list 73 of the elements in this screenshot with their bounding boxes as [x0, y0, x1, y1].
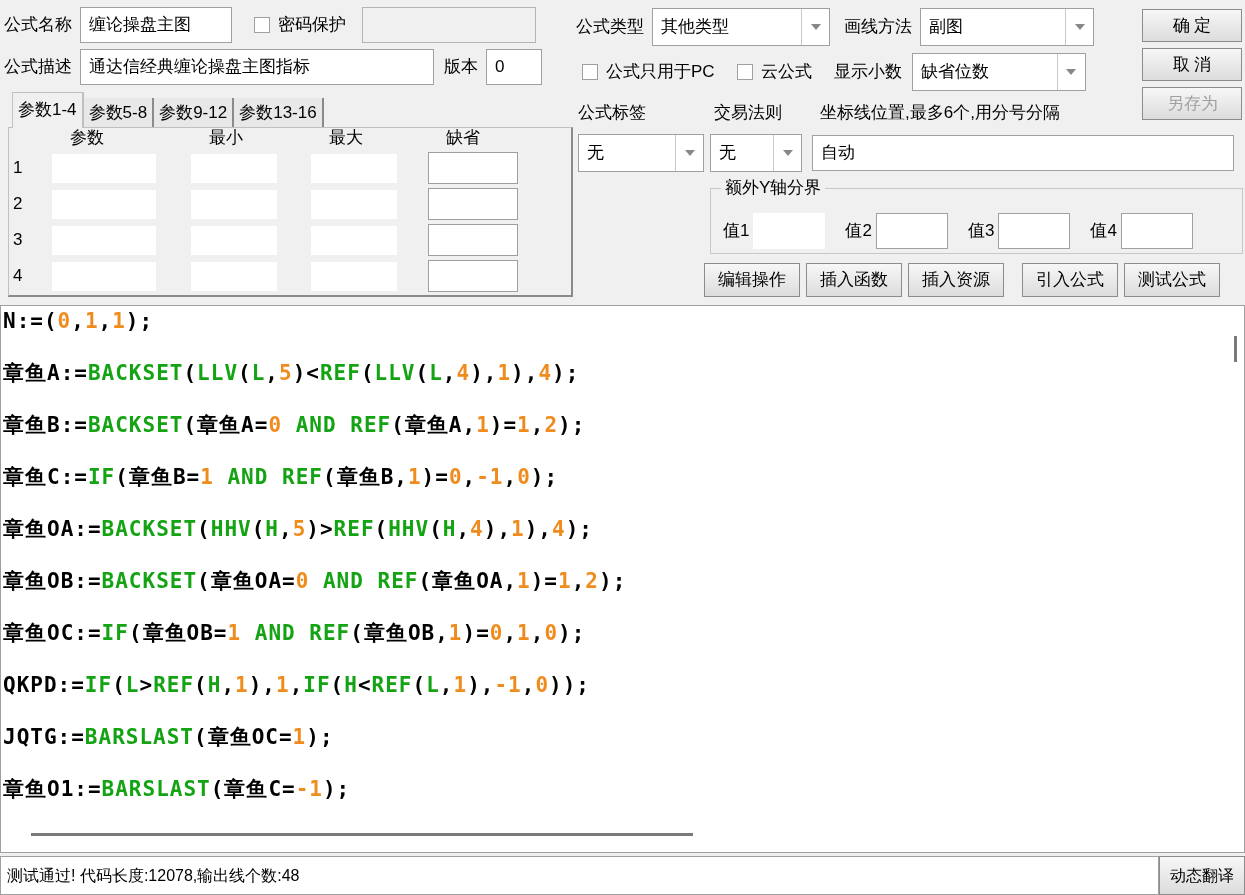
row-number: 1	[13, 157, 24, 180]
text-field[interactable]: 0	[486, 49, 542, 85]
field-label: 公式类型	[576, 16, 644, 39]
tab[interactable]: 参数1-4	[12, 92, 84, 128]
code-line: QKPD:=IF(L>REF(H,1),1,IF(H<REF(L,1),-1,0));	[2, 672, 590, 699]
code-line: 章鱼B:=BACKSET(章鱼A=0 AND REF(章鱼A,1)=1,2);	[2, 412, 586, 439]
column-header: 最大	[328, 128, 364, 148]
dropdown-caret-icon	[810, 24, 821, 30]
column-header: 最小	[208, 128, 244, 148]
text-field[interactable]: 自动	[812, 135, 1234, 171]
dropdown[interactable]: 无	[578, 134, 704, 172]
dropdown[interactable]: 无	[710, 134, 802, 172]
field-label: 值3	[967, 220, 995, 243]
dropdown-caret-icon	[1066, 69, 1077, 75]
value-field[interactable]	[875, 213, 948, 249]
field-label: 值1	[723, 220, 750, 243]
horizontal-scrollbar-thumb[interactable]	[31, 833, 693, 836]
code-line: 章鱼OB:=BACKSET(章鱼OA=0 AND REF(章鱼OA,1)=1,2);	[2, 568, 627, 595]
checkbox[interactable]: 公式只用于PC	[582, 59, 715, 85]
column-header: 参数	[69, 128, 105, 148]
field-label: 公式名称	[4, 14, 72, 37]
tab[interactable]: 参数5-8	[83, 98, 155, 128]
status-field: 测试通过! 代码长度:12078,输出线个数:48	[0, 856, 1159, 895]
field-label: 公式描述	[4, 56, 72, 79]
code-line: JQTG:=BARSLAST(章鱼OC=1);	[2, 724, 334, 751]
field-label: 显示小数	[833, 61, 902, 84]
dialog-button[interactable]: 确 定	[1142, 9, 1242, 42]
field-label: 坐标线位置,最多6个,用分号分隔	[820, 102, 1060, 125]
toolbar-button[interactable]: 编辑操作	[704, 263, 800, 297]
code-line: 章鱼OA:=BACKSET(HHV(H,5)>REF(HHV(H,4),1),4);	[2, 516, 593, 543]
text-field[interactable]: 缠论操盘主图	[80, 7, 232, 43]
value-field[interactable]	[1120, 213, 1193, 249]
code-line: 章鱼C:=IF(章鱼B=1 AND REF(章鱼B,1)=0,-1,0);	[2, 464, 559, 491]
field-label: 公式标签	[578, 102, 647, 125]
dropdown-caret-icon	[684, 150, 695, 156]
field-label: 画线方法	[844, 16, 912, 39]
code-line: N:=(0,1,1);	[2, 308, 154, 335]
row-number: 3	[13, 229, 24, 252]
default-field[interactable]	[428, 188, 518, 220]
dropdown[interactable]: 缺省位数	[911, 53, 1086, 91]
default-field[interactable]	[428, 260, 518, 292]
code-editor[interactable]	[0, 305, 1245, 853]
row-number: 4	[13, 265, 24, 288]
vertical-scrollbar-thumb[interactable]	[1234, 336, 1237, 362]
code-line: 章鱼A:=BACKSET(LLV(L,5)<REF(LLV(L,4),1),4);	[2, 360, 580, 387]
dropdown[interactable]: 其他类型	[652, 8, 830, 46]
default-field[interactable]	[428, 224, 518, 256]
checkbox[interactable]: 密码保护	[254, 12, 346, 38]
toolbar-button[interactable]: 测试公式	[1124, 263, 1220, 297]
field-label: 版本	[444, 56, 478, 79]
toolbar-button[interactable]: 插入资源	[908, 263, 1004, 297]
tab[interactable]: 参数9-12	[154, 98, 235, 128]
field-label: 值4	[1090, 220, 1117, 243]
default-field[interactable]	[428, 152, 518, 184]
tab[interactable]: 参数13-16	[234, 98, 324, 128]
dialog-button[interactable]: 取 消	[1142, 48, 1242, 81]
field-label: 交易法则	[714, 102, 783, 125]
checkbox[interactable]: 云公式	[736, 59, 812, 85]
dropdown-caret-icon	[1074, 24, 1085, 30]
code-line: 章鱼O1:=BARSLAST(章鱼C=-1);	[2, 776, 351, 803]
field-label: 值2	[845, 220, 872, 243]
row-number: 2	[13, 193, 24, 216]
translate-button[interactable]: 动态翻译	[1159, 856, 1245, 895]
group-title: 额外Y轴分界	[721, 177, 826, 199]
dropdown[interactable]: 副图	[920, 8, 1094, 46]
value-field[interactable]	[998, 213, 1071, 249]
code-line: 章鱼OC:=IF(章鱼OB=1 AND REF(章鱼OB,1)=0,1,0);	[2, 620, 586, 647]
text-field[interactable]: 通达信经典缠论操盘主图指标	[80, 49, 434, 85]
column-header: 缺省	[445, 128, 481, 148]
toolbar-button[interactable]: 引入公式	[1022, 263, 1118, 297]
toolbar-button[interactable]: 插入函数	[806, 263, 902, 297]
dropdown-caret-icon	[782, 150, 793, 156]
password-field[interactable]	[362, 7, 536, 43]
